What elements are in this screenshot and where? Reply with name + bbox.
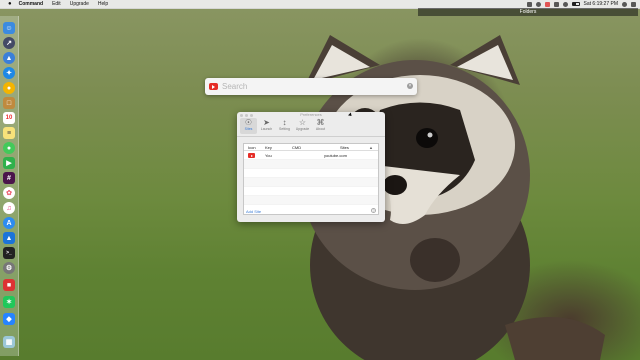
menu-upgrade[interactable]: Upgrade [70,1,89,7]
terminal-icon[interactable]: >_ [3,247,15,259]
slack-icon[interactable]: # [3,172,15,184]
itunes-icon[interactable]: ♫ [3,202,15,214]
table-row-empty [244,160,378,169]
sliders-icon: ↕ [282,118,287,127]
menu-clock[interactable]: Sat 6:19:27 PM [584,1,618,7]
close-window-button[interactable] [240,114,243,117]
column-header-key[interactable]: Key [265,145,272,150]
tab-launch[interactable]: ➤ Launch [258,118,275,134]
tab-about-label: About [315,127,326,131]
tab-upgrade[interactable]: ☆ Upgrade [294,118,311,134]
airplay-icon[interactable] [553,1,559,7]
preferences-titlebar: Preferences [237,112,385,118]
add-site-link[interactable]: Add Site [246,209,261,214]
search-input[interactable] [222,82,402,91]
photos-icon[interactable]: ✿ [3,187,15,199]
sourcetree-icon[interactable]: ◆ [3,313,15,325]
row-site: youtube.com [324,153,347,158]
rocket-icon[interactable]: ▲ [3,52,15,64]
preferences-title: Preferences [300,112,322,117]
row-key: You [265,153,272,158]
table-row-empty [244,169,378,178]
preferences-icon[interactable]: ▲ [3,232,15,244]
launchpad-icon[interactable]: ↗ [3,37,15,49]
tab-launch-label: Launch [260,127,273,131]
column-header-sites[interactable]: Sites [340,145,349,150]
toolbar-divider [237,136,385,137]
rocket-icon: ➤ [263,118,270,127]
notification-center-icon[interactable] [631,1,636,7]
table-row[interactable]: You youtube.com [244,151,378,160]
menu-app-name[interactable]: Command [19,1,43,7]
settings-icon[interactable]: ⚙ [3,262,15,274]
zoom-window-button[interactable] [250,114,253,117]
table-row-empty [244,187,378,196]
sites-table: Icon Key CMD Sites ▲ You youtube.com [243,143,379,215]
tab-sites-label: Sites [244,127,253,131]
safari-icon[interactable]: ✦ [3,67,15,79]
preferences-toolbar: ☉ Sites ➤ Launch ↕ Setting ☆ Upgrade ⌘ A… [237,118,385,135]
tab-setting[interactable]: ↕ Setting [276,118,293,134]
table-header: Icon Key CMD Sites ▲ [244,144,378,151]
youtube-icon [248,153,255,158]
recording-icon[interactable] [544,1,550,7]
spotlight-icon[interactable] [622,1,627,7]
messages-icon[interactable]: ● [3,142,15,154]
trash-icon[interactable]: ▦ [3,336,15,348]
status-area: Sat 6:19:27 PM [526,0,636,8]
tab-upgrade-label: Upgrade [295,127,310,131]
tab-setting-label: Setting [279,127,290,131]
tab-sites[interactable]: ☉ Sites [240,118,257,134]
minimize-window-button[interactable] [245,114,248,117]
menu-help[interactable]: Help [98,1,108,7]
menu-edit[interactable]: Edit [52,1,61,7]
clear-search-icon[interactable]: × [407,83,413,89]
finder-icon[interactable]: ☺ [3,22,15,34]
dropbox-icon[interactable] [526,1,532,7]
notes-icon[interactable]: ≡ [3,127,15,139]
search-bar: × [205,78,417,95]
sort-chevron-icon[interactable]: ▲ [369,145,373,150]
youtube-icon [209,83,218,90]
column-header-icon[interactable]: Icon [248,145,256,150]
command-icon: ⌘ [316,118,325,127]
dock: ☺ ↗ ▲ ✦ ● □ 10 ≡ ● ▶ # ✿ ♫ A ▲ >_ ⚙ ■ ✶ … [0,16,19,356]
sync-icon[interactable] [535,1,541,7]
star-icon: ☆ [298,118,307,127]
preferences-window: Preferences ☉ Sites ➤ Launch ↕ Setting ☆… [237,112,385,222]
app-store-icon[interactable]: A [3,217,15,229]
robinhood-icon[interactable]: ✶ [3,296,15,308]
table-row-empty [244,196,378,205]
column-header-cmd[interactable]: CMD [292,145,301,150]
folders-title-bar[interactable]: Folders [418,8,638,16]
facetime-icon[interactable]: ▶ [3,157,15,169]
gift-icon[interactable]: ■ [3,279,15,291]
chrome-icon[interactable]: ● [3,82,15,94]
calendar-icon[interactable]: 10 [3,112,15,124]
help-icon[interactable]: ? [371,208,376,213]
folder-icon[interactable]: □ [3,97,15,109]
table-row-empty [244,178,378,187]
battery-icon[interactable] [571,2,580,6]
apple-menu-icon[interactable]: ● [8,1,12,7]
wifi-icon[interactable] [562,1,568,7]
tab-about[interactable]: ⌘ About [312,118,329,134]
globe-icon: ☉ [244,118,253,127]
